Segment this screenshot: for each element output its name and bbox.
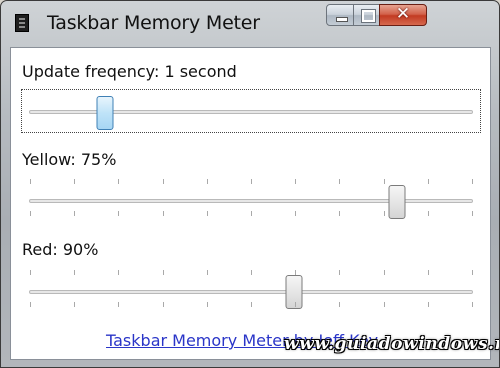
- slider-tick: [118, 211, 120, 216]
- slider-tick: [74, 270, 76, 275]
- slider-tick: [251, 179, 252, 184]
- slider-tick: [206, 211, 208, 216]
- slider-tick: [118, 179, 120, 184]
- slider-tick: [206, 179, 208, 184]
- slider-tick: [74, 302, 76, 307]
- slider-tick: [339, 270, 341, 275]
- slider-tick: [206, 302, 208, 307]
- close-button[interactable]: ✕: [379, 4, 427, 26]
- yellow-track[interactable]: [29, 199, 473, 203]
- slider-tick: [162, 211, 164, 216]
- slider-tick: [427, 302, 429, 307]
- slider-tick: [162, 179, 164, 184]
- app-window: Taskbar Memory Meter ✕ Update freqency: …: [0, 0, 500, 368]
- slider-tick: [30, 302, 31, 307]
- minimize-button[interactable]: [326, 4, 354, 26]
- close-icon: ✕: [395, 4, 411, 24]
- slider-tick: [162, 270, 164, 275]
- red-thumb[interactable]: [285, 275, 303, 309]
- slider-tick: [339, 211, 341, 216]
- watermark: www.guiadowindows.net: [284, 334, 499, 354]
- slider-tick: [295, 179, 297, 184]
- slider-tick: [251, 270, 252, 275]
- slider-tick: [472, 270, 473, 275]
- slider-tick: [251, 211, 252, 216]
- title-bar[interactable]: Taskbar Memory Meter ✕: [1, 1, 499, 47]
- slider-tick: [383, 211, 385, 216]
- yellow-label: Yellow: 75%: [22, 150, 117, 169]
- slider-tick: [74, 211, 76, 216]
- slider-tick: [339, 179, 341, 184]
- slider-tick: [383, 302, 385, 307]
- slider-tick: [74, 179, 76, 184]
- maximize-icon: [361, 9, 376, 23]
- update-frequency-track[interactable]: [29, 110, 473, 114]
- slider-tick: [472, 211, 473, 216]
- maximize-button[interactable]: [353, 4, 380, 26]
- slider-tick: [339, 302, 341, 307]
- slider-tick: [30, 211, 31, 216]
- slider-tick: [118, 302, 120, 307]
- slider-tick: [383, 179, 385, 184]
- yellow-thumb[interactable]: [388, 185, 406, 219]
- slider-tick: [427, 270, 429, 275]
- slider-tick: [295, 211, 297, 216]
- slider-tick: [251, 302, 252, 307]
- slider-tick: [206, 270, 208, 275]
- red-track[interactable]: [29, 290, 473, 294]
- slider-tick: [30, 270, 31, 275]
- update-frequency-thumb[interactable]: [96, 96, 114, 130]
- slider-tick: [118, 270, 120, 275]
- slider-tick: [427, 179, 429, 184]
- red-label: Red: 90%: [22, 240, 99, 259]
- slider-tick: [472, 302, 473, 307]
- slider-tick: [162, 302, 164, 307]
- slider-tick: [295, 302, 297, 307]
- slider-tick: [383, 270, 385, 275]
- update-frequency-label: Update freqency: 1 second: [22, 62, 237, 81]
- slider-tick: [427, 211, 429, 216]
- window-title: Taskbar Memory Meter: [47, 12, 260, 34]
- client-area: Update freqency: 1 second Yellow: 75% Re…: [10, 47, 491, 360]
- app-icon[interactable]: [15, 14, 29, 32]
- slider-tick: [472, 179, 473, 184]
- slider-tick: [30, 179, 31, 184]
- minimize-icon: [336, 17, 348, 22]
- slider-tick: [295, 270, 297, 275]
